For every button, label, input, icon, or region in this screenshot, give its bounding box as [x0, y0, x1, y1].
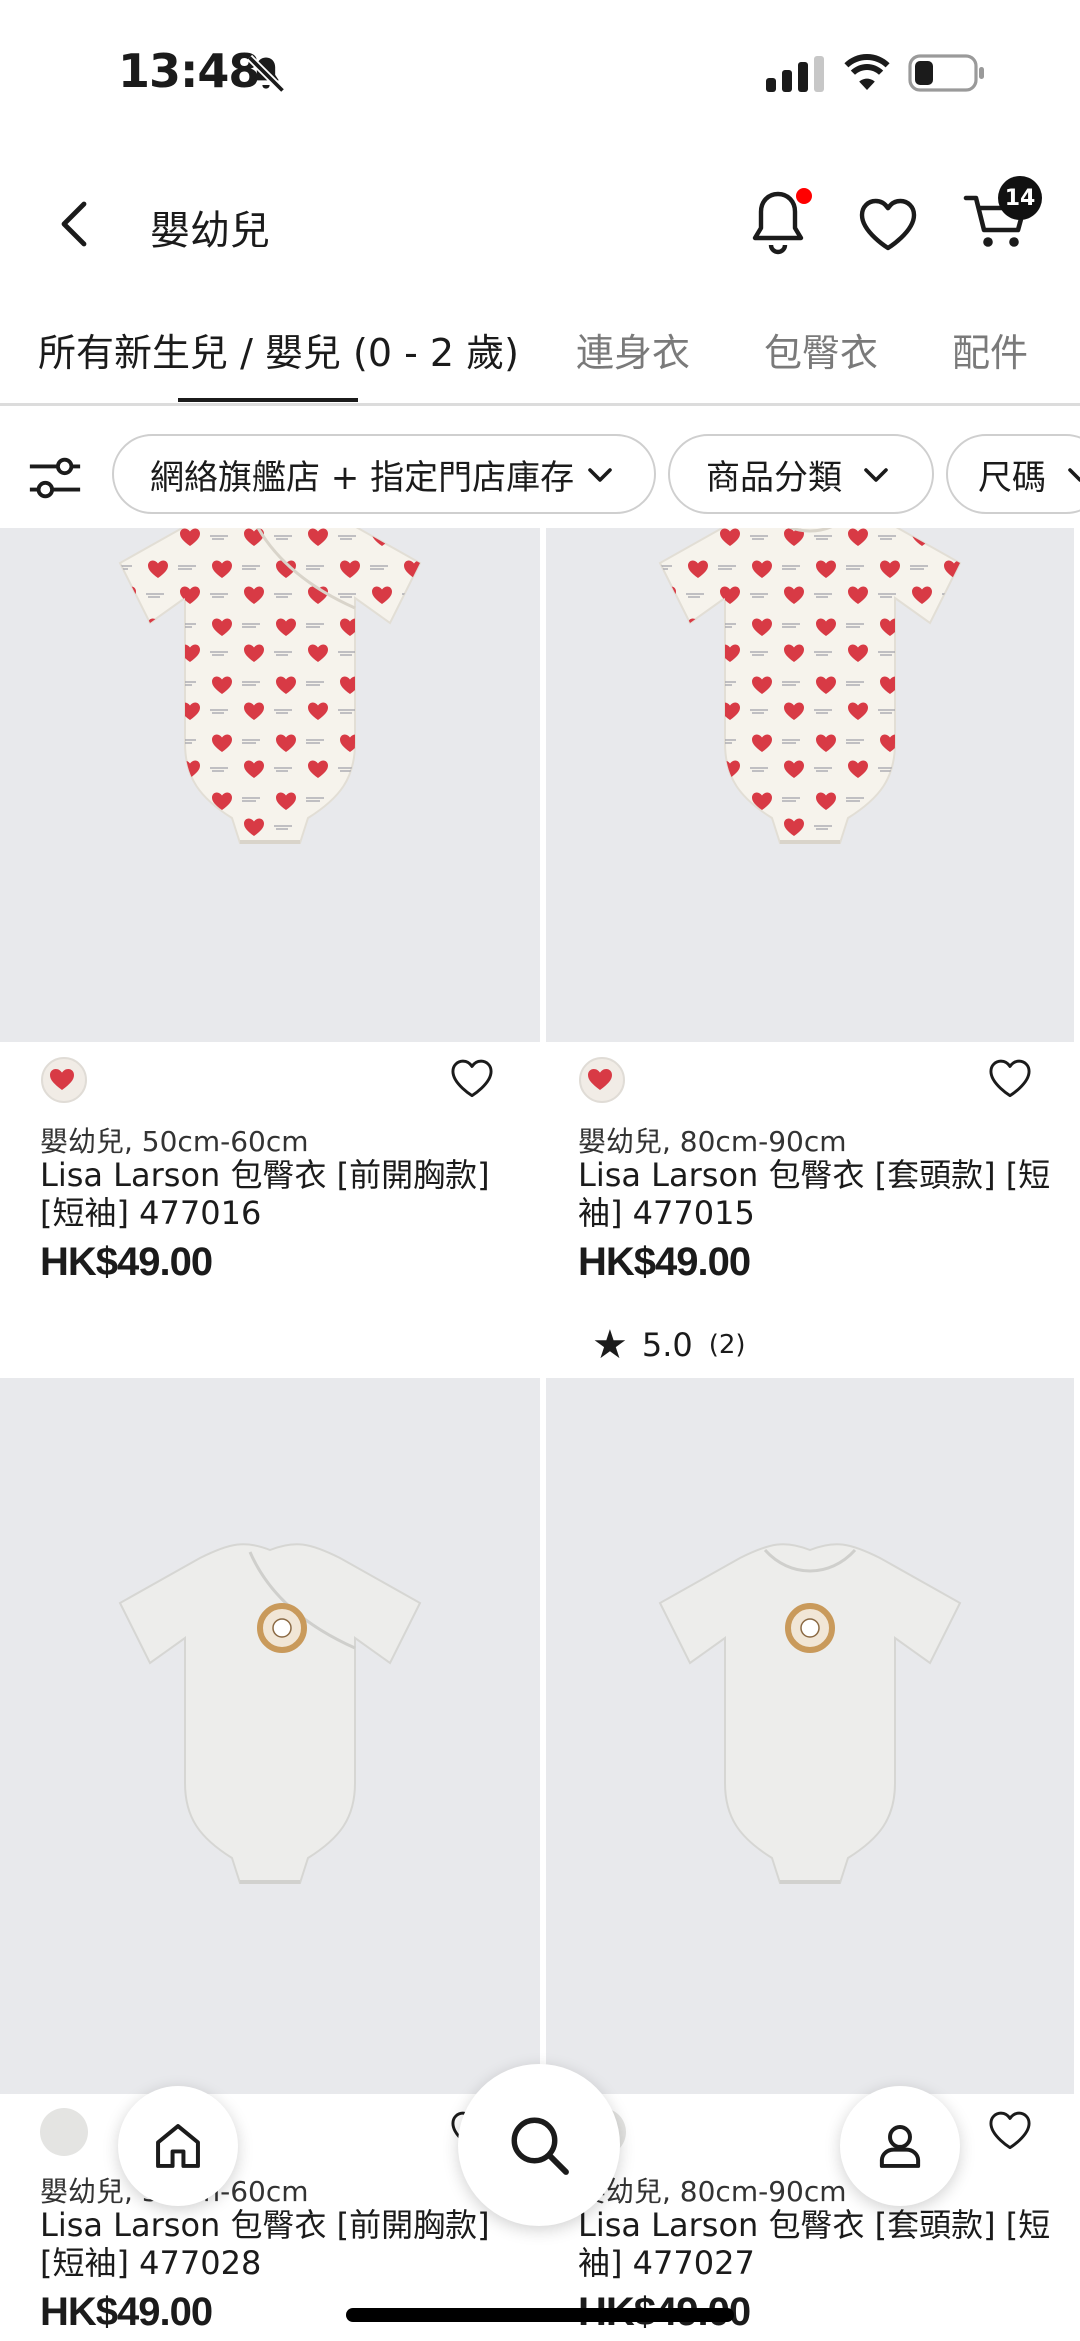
product-image[interactable]: [0, 528, 540, 1042]
back-chevron-icon[interactable]: [52, 196, 100, 252]
star-icon: ★: [592, 1322, 628, 1368]
tab-jumpsuits[interactable]: 連身衣: [576, 322, 690, 377]
bodysuit-hearts-image: [659, 528, 961, 844]
app-header: 嬰幼兒 14: [0, 170, 1080, 280]
active-tab-indicator: [178, 398, 358, 402]
wifi-icon: [844, 54, 890, 90]
bodysuit-lion-image: [659, 1543, 961, 1884]
product-rating: ★ 5.0 (2): [592, 1322, 746, 1368]
product-name[interactable]: Lisa Larson 包臀衣 [套頭款] [短袖] 477027: [578, 2206, 1062, 2282]
filter-size-label: 尺碼: [978, 457, 1046, 498]
page-title: 嬰幼兒: [150, 208, 270, 254]
chevron-down-icon: [864, 468, 888, 482]
product-name[interactable]: Lisa Larson 包臀衣 [前開胸款] [短袖] 477016: [40, 1156, 510, 1232]
filter-store-stock[interactable]: 網絡旗艦店 + 指定門店庫存: [112, 434, 656, 514]
notification-dot: [796, 188, 812, 204]
product-image[interactable]: [546, 528, 1074, 1042]
signal-icon: [766, 56, 824, 92]
product-price: HK$49.00: [40, 2290, 213, 2334]
chevron-down-icon: [588, 468, 612, 482]
product-card[interactable]: 嬰幼兒, 80cm-90cm Lisa Larson 包臀衣 [套頭款] [短袖…: [540, 1378, 1080, 2341]
product-image[interactable]: [0, 1378, 540, 2094]
filter-category-label: 商品分類: [706, 457, 842, 498]
wishlist-heart-icon[interactable]: [986, 1056, 1034, 1100]
review-count: (2): [708, 1330, 746, 1360]
tab-accessories[interactable]: 配件: [952, 322, 1028, 377]
home-indicator[interactable]: [346, 2308, 734, 2322]
status-time: 13:48: [118, 44, 260, 98]
category-tabs: 所有新生兒 / 嬰兒 (0 - 2 歲) 連身衣 包臀衣 配件: [0, 300, 1080, 406]
status-bar: 13:48: [0, 0, 1080, 140]
tab-all-newborn[interactable]: 所有新生兒 / 嬰兒 (0 - 2 歲): [38, 322, 519, 377]
filter-category[interactable]: 商品分類: [668, 434, 934, 514]
color-swatch[interactable]: [40, 2108, 88, 2156]
product-card[interactable]: 嬰幼兒, 50cm-60cm Lisa Larson 包臀衣 [前開胸款] [短…: [0, 1378, 540, 2341]
bodysuit-hearts-image: [119, 528, 421, 844]
color-swatch[interactable]: [40, 1056, 88, 1104]
product-image[interactable]: [546, 1378, 1074, 2094]
bodysuit-lion-image: [119, 1543, 421, 1884]
filter-size[interactable]: 尺碼: [946, 434, 1080, 514]
heart-icon[interactable]: [856, 194, 920, 254]
product-meta: 嬰幼兒, 50cm-60cm: [40, 1125, 309, 1158]
wishlist-heart-icon[interactable]: [448, 1056, 496, 1100]
product-meta: 嬰幼兒, 80cm-90cm: [578, 1125, 847, 1158]
home-icon: [156, 2124, 200, 2168]
tab-bodysuits[interactable]: 包臀衣: [764, 322, 878, 377]
product-name[interactable]: Lisa Larson 包臀衣 [套頭款] [短袖] 477015: [578, 1156, 1062, 1232]
bell-slash-icon: [246, 54, 286, 94]
product-meta: 嬰幼兒, 80cm-90cm: [578, 2175, 847, 2208]
product-price: HK$49.00: [40, 1240, 213, 1284]
battery-icon: [908, 54, 984, 92]
account-icon: [879, 2124, 921, 2168]
chevron-down-icon: [1068, 468, 1080, 482]
search-icon: [511, 2117, 569, 2175]
color-swatch[interactable]: [578, 1056, 626, 1104]
cart-count-badge: 14: [998, 176, 1042, 220]
nav-home-button[interactable]: [118, 2086, 238, 2206]
product-card[interactable]: 嬰幼兒, 50cm-60cm Lisa Larson 包臀衣 [前開胸款] [短…: [0, 528, 540, 1380]
nav-search-button[interactable]: [458, 2064, 620, 2226]
nav-account-button[interactable]: [840, 2086, 960, 2206]
filter-sliders-icon[interactable]: [26, 452, 84, 504]
filter-bar: 網絡旗艦店 + 指定門店庫存 商品分類 尺碼: [0, 428, 1080, 528]
rating-value: 5.0: [641, 1326, 693, 1364]
filter-store-stock-label: 網絡旗艦店 + 指定門店庫存: [150, 457, 575, 498]
product-name[interactable]: Lisa Larson 包臀衣 [前開胸款] [短袖] 477028: [40, 2206, 510, 2282]
wishlist-heart-icon[interactable]: [986, 2108, 1034, 2152]
product-card[interactable]: 嬰幼兒, 80cm-90cm Lisa Larson 包臀衣 [套頭款] [短袖…: [540, 528, 1080, 1380]
product-price: HK$49.00: [578, 1240, 751, 1284]
